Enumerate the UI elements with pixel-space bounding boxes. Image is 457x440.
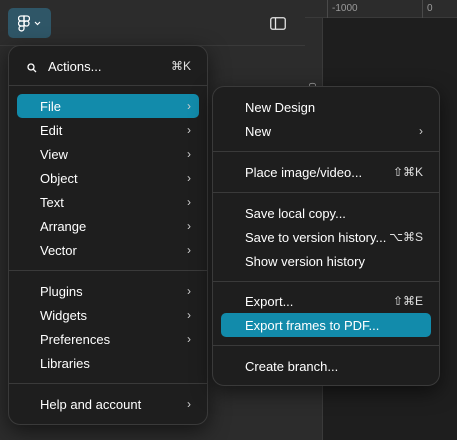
menu-item-libraries[interactable]: Libraries — [17, 351, 199, 375]
menu-item-label: Edit — [40, 122, 63, 138]
menu-item-label: Text — [40, 194, 64, 210]
menu-item-label: Widgets — [40, 307, 87, 323]
ruler-tick — [327, 0, 328, 18]
menu-item-label: Show version history — [245, 253, 365, 269]
sidebar-toggle-icon[interactable] — [266, 12, 290, 34]
menu-item-text[interactable]: Text › — [17, 190, 199, 214]
actions-item[interactable]: Actions... ⌘K — [17, 54, 199, 78]
main-menu: Actions... ⌘K File › Edit › View › Objec… — [8, 45, 208, 425]
menu-item-export-frames-to-pdf[interactable]: Export frames to PDF... — [221, 313, 431, 337]
file-submenu: New Design New › Place image/video... ⇧⌘… — [212, 86, 440, 386]
menu-item-label: Save to version history... — [245, 229, 387, 245]
ruler-label: -1000 — [332, 3, 358, 14]
chevron-right-icon: › — [187, 147, 191, 161]
actions-shortcut: ⌘K — [170, 59, 191, 73]
menu-item-save-to-version-history[interactable]: Save to version history... ⌥⌘S — [221, 225, 431, 249]
divider — [213, 151, 439, 152]
menu-item-create-branch[interactable]: Create branch... — [221, 354, 431, 378]
menu-item-label: Export... — [245, 293, 294, 309]
menu-item-label: Vector — [40, 242, 77, 258]
chevron-right-icon: › — [187, 171, 191, 185]
menu-item-label: View — [40, 146, 68, 162]
search-icon — [27, 61, 37, 76]
menu-item-show-version-history[interactable]: Show version history — [221, 249, 431, 273]
menu-item-preferences[interactable]: Preferences › — [17, 327, 199, 351]
actions-label: Actions... — [48, 58, 102, 74]
menu-item-arrange[interactable]: Arrange › — [17, 214, 199, 238]
main-menu-button[interactable] — [8, 8, 51, 38]
shortcut: ⌥⌘S — [389, 230, 423, 244]
chevron-right-icon: › — [187, 332, 191, 346]
menu-item-vector[interactable]: Vector › — [17, 238, 199, 262]
chevron-right-icon: › — [187, 243, 191, 257]
horizontal-ruler: -1000 0 — [305, 0, 457, 18]
figma-logo-icon — [18, 14, 30, 32]
menu-item-label: Save local copy... — [245, 205, 346, 221]
menu-item-place-image[interactable]: Place image/video... ⇧⌘K — [221, 160, 431, 184]
ruler-tick — [422, 0, 423, 18]
shortcut: ⇧⌘E — [392, 294, 423, 308]
chevron-right-icon: › — [187, 195, 191, 209]
menu-item-label: Libraries — [40, 355, 90, 371]
menu-item-label: New Design — [245, 99, 316, 115]
menu-item-help-and-account[interactable]: Help and account › — [17, 392, 199, 416]
divider — [9, 85, 207, 86]
divider — [9, 270, 207, 271]
divider — [213, 345, 439, 346]
menu-item-widgets[interactable]: Widgets › — [17, 303, 199, 327]
menu-item-label: Preferences — [40, 331, 111, 347]
shortcut: ⇧⌘K — [392, 165, 423, 179]
menu-item-label: Plugins — [40, 283, 83, 299]
menu-item-label: File — [40, 98, 61, 114]
menu-item-file[interactable]: File › — [17, 94, 199, 118]
divider — [213, 192, 439, 193]
divider — [213, 281, 439, 282]
menu-item-view[interactable]: View › — [17, 142, 199, 166]
menu-item-save-local-copy[interactable]: Save local copy... — [221, 201, 431, 225]
chevron-right-icon: › — [187, 284, 191, 298]
menu-item-label: Help and account — [40, 396, 142, 412]
menu-item-label: Object — [40, 170, 78, 186]
menu-item-new-design[interactable]: New Design — [221, 95, 431, 119]
chevron-right-icon: › — [419, 124, 423, 138]
menu-item-edit[interactable]: Edit › — [17, 118, 199, 142]
menu-item-export[interactable]: Export... ⇧⌘E — [221, 289, 431, 313]
chevron-right-icon: › — [187, 308, 191, 322]
chevron-right-icon: › — [187, 397, 191, 411]
menu-item-label: Export frames to PDF... — [245, 317, 380, 333]
menu-item-object[interactable]: Object › — [17, 166, 199, 190]
chevron-right-icon: › — [187, 123, 191, 137]
menu-item-plugins[interactable]: Plugins › — [17, 279, 199, 303]
ruler-label: 0 — [427, 3, 433, 14]
menu-item-new[interactable]: New › — [221, 119, 431, 143]
toolbar — [0, 0, 305, 46]
chevron-right-icon: › — [187, 219, 191, 233]
chevron-down-icon — [34, 21, 41, 26]
menu-item-label: Place image/video... — [245, 164, 363, 180]
chevron-right-icon: › — [187, 99, 191, 113]
menu-item-label: Create branch... — [245, 358, 339, 374]
divider — [9, 383, 207, 384]
menu-item-label: Arrange — [40, 218, 87, 234]
menu-item-label: New — [245, 123, 272, 139]
